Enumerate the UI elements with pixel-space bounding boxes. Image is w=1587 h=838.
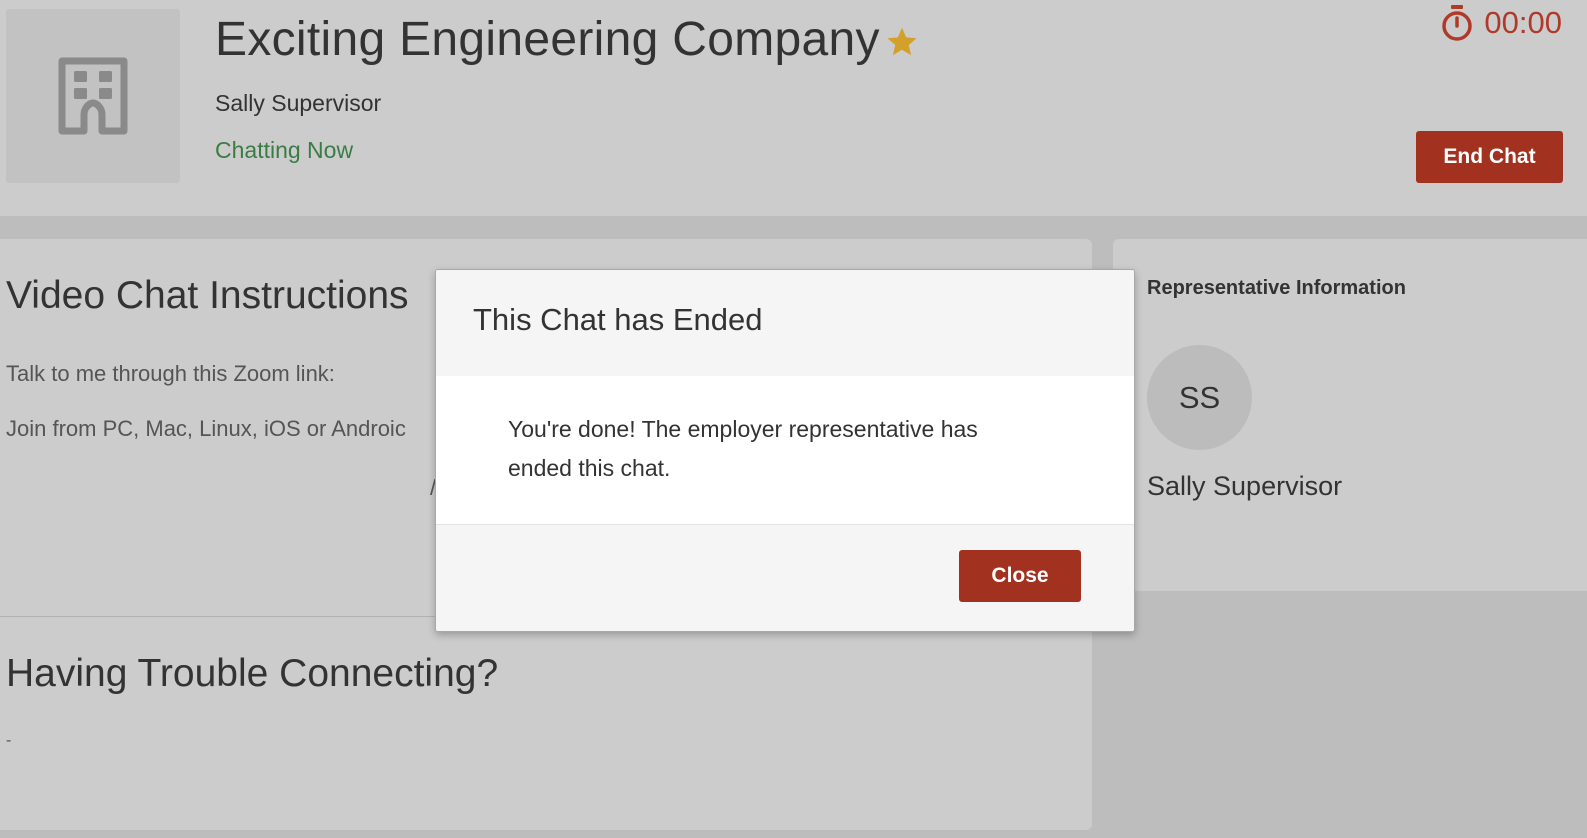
chat-timer: 00:00 [1440,4,1562,42]
company-name: Exciting Engineering Company [215,13,880,66]
modal-title: This Chat has Ended [473,302,763,337]
trouble-title: Having Trouble Connecting? [6,652,499,695]
building-icon [58,57,128,135]
close-button[interactable]: Close [959,550,1081,602]
timer-value: 00:00 [1484,5,1562,40]
chat-page: Exciting Engineering Company Sally Super… [0,0,1587,838]
modal-header: This Chat has Ended [436,270,1134,376]
trouble-text: - [6,732,12,749]
representative-name: Sally Supervisor [215,90,382,116]
modal-message: You're done! The employer representative… [508,416,978,481]
stopwatch-icon [1442,5,1473,41]
representative-panel: Representative Information SS Sally Supe… [1113,239,1587,591]
rep-info-title: Representative Information [1147,277,1406,299]
modal-footer: Close [436,524,1134,631]
chat-ended-modal: This Chat has Ended You're done! The emp… [435,269,1135,632]
avatar: SS [1147,345,1252,450]
star-icon[interactable] [884,24,920,60]
rep-info-name: Sally Supervisor [1147,471,1343,501]
company-logo [6,9,180,183]
chat-status: Chatting Now [215,137,354,163]
chat-header: Exciting Engineering Company Sally Super… [0,0,1587,216]
instructions-line-2: Join from PC, Mac, Linux, iOS or Androic [6,416,406,441]
instructions-line-1: Talk to me through this Zoom link: [6,361,335,386]
instructions-title: Video Chat Instructions [6,274,409,317]
end-chat-button[interactable]: End Chat [1416,131,1563,183]
